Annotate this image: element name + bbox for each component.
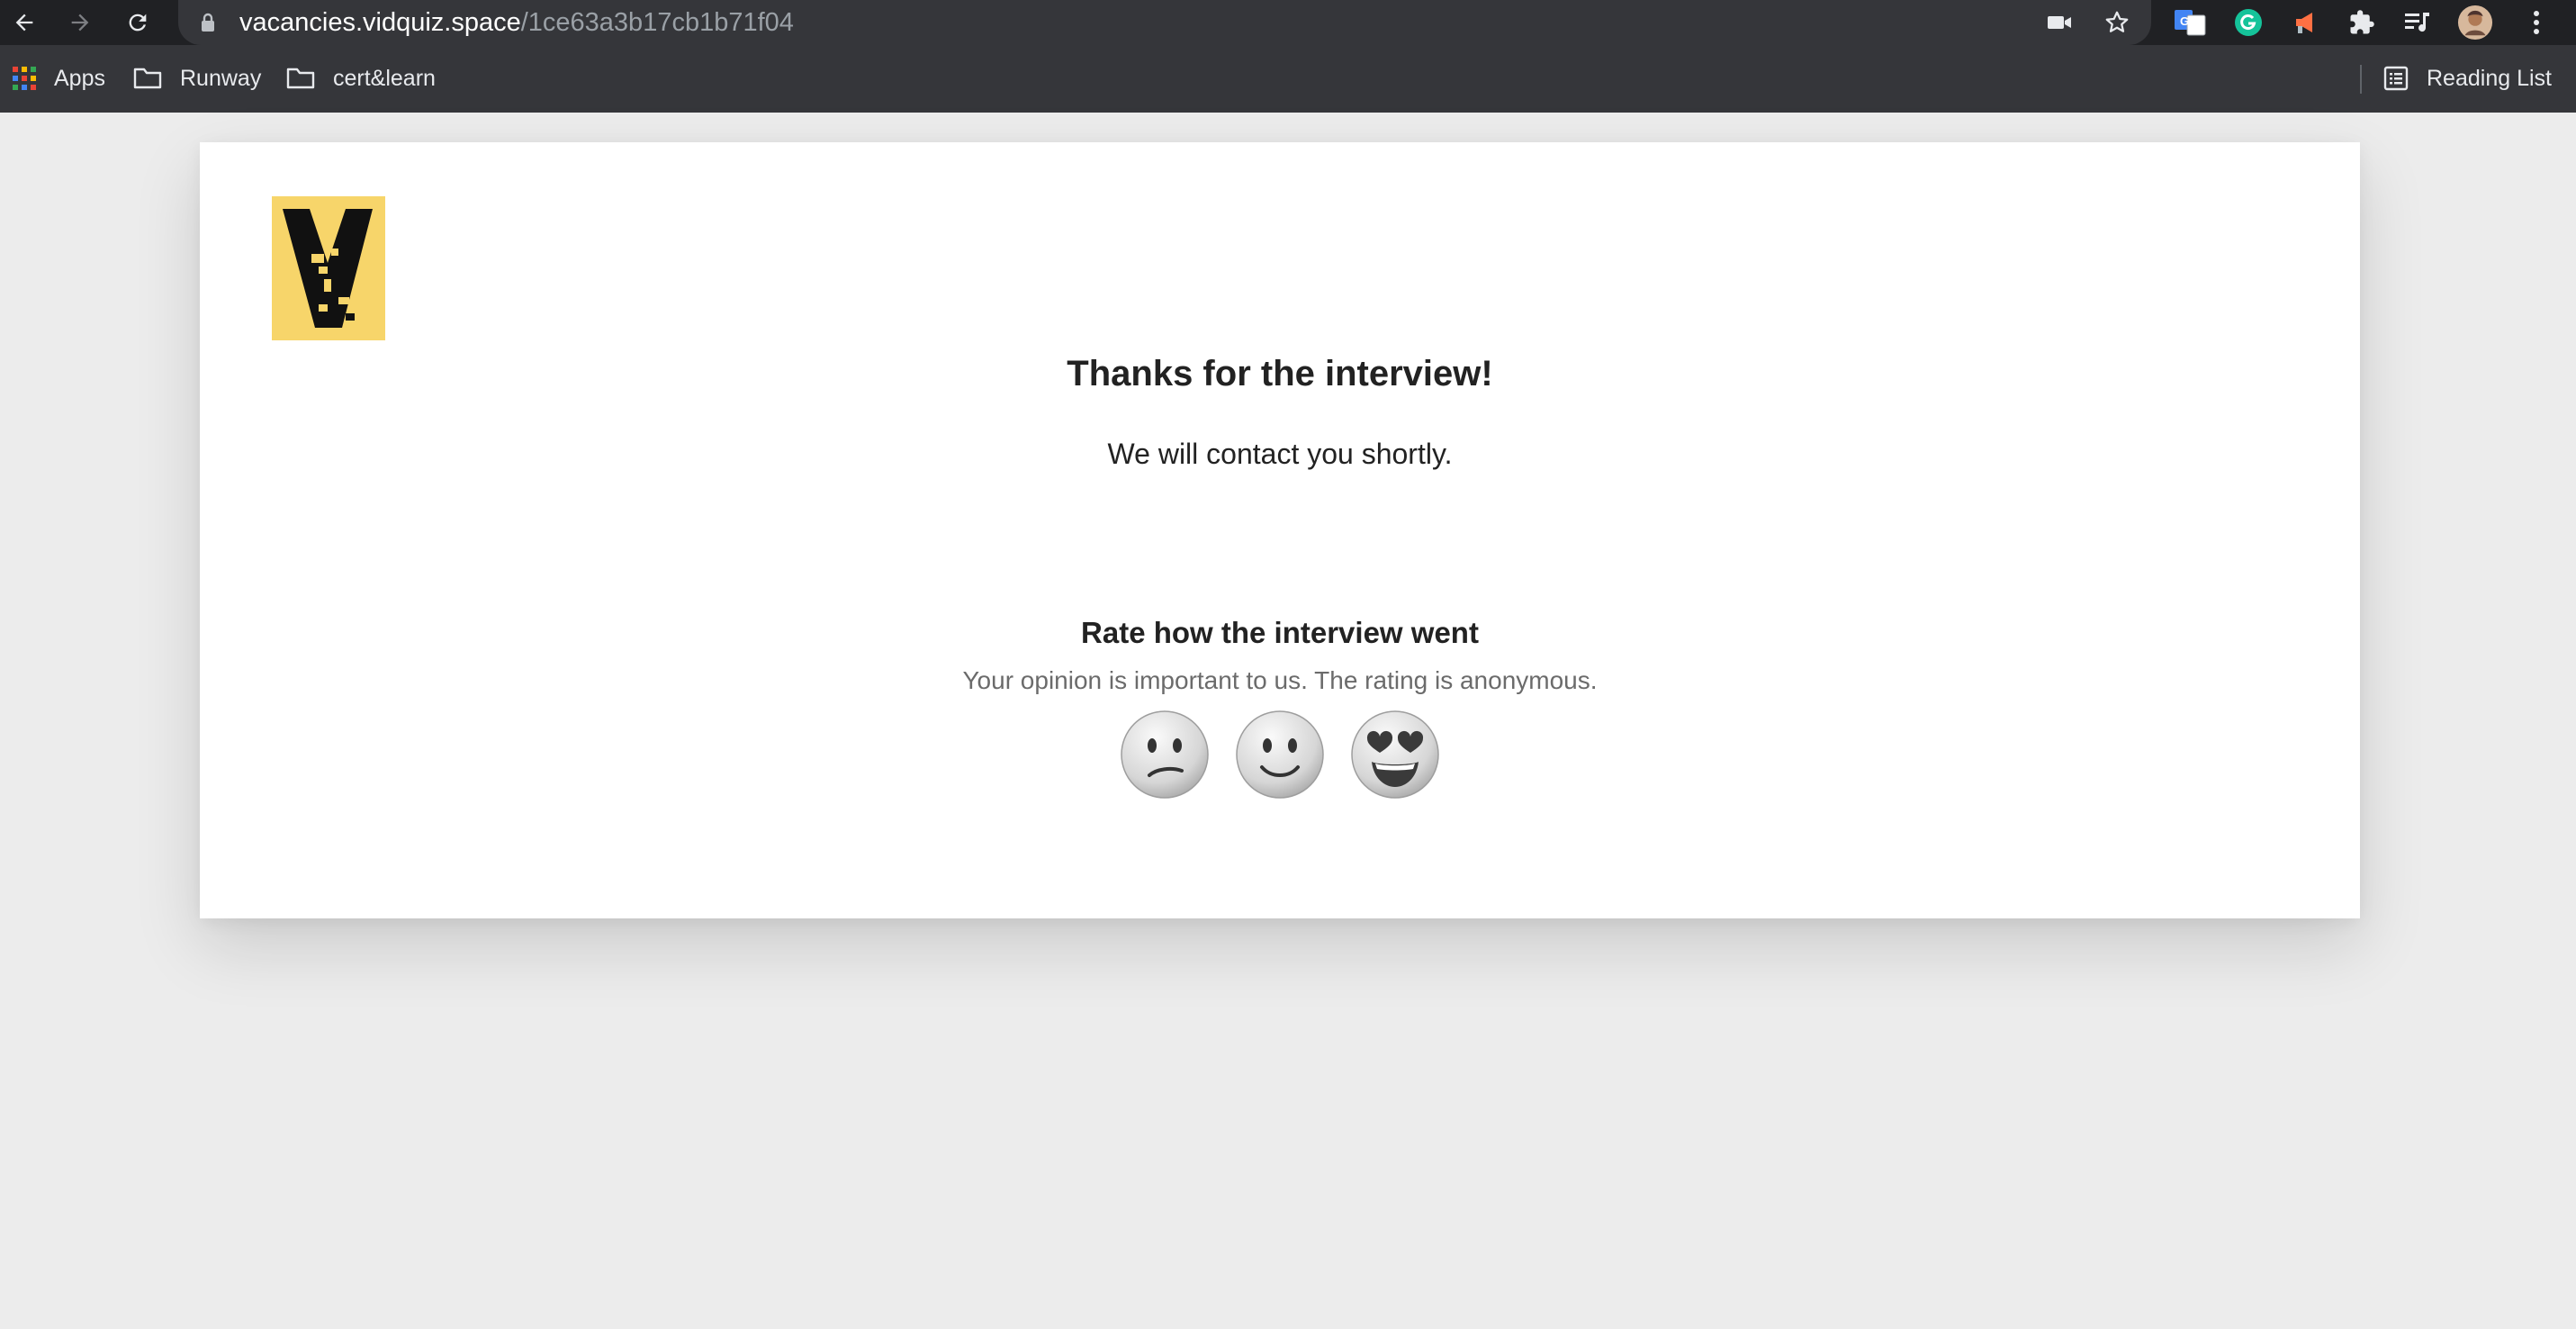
apps-grid-icon xyxy=(13,67,36,90)
bookmark-cert-learn[interactable]: cert&learn xyxy=(286,61,436,95)
folder-icon xyxy=(286,68,315,89)
arrow-right-icon xyxy=(71,14,89,32)
media-control-button[interactable] xyxy=(2400,5,2436,41)
translate-icon: G xyxy=(2175,10,2206,36)
svg-text:G: G xyxy=(2180,14,2189,28)
reload-button[interactable] xyxy=(115,0,160,45)
back-button[interactable] xyxy=(2,0,47,45)
camera-button[interactable] xyxy=(2041,5,2077,41)
address-bar[interactable]: vacancies.vidquiz.space/1ce63a3b17cb1b71… xyxy=(178,0,2151,45)
puzzle-piece-icon xyxy=(2350,10,2374,34)
bookmarks-bar: Apps Runway cert&learn Reading List xyxy=(0,45,2576,113)
folder-icon xyxy=(133,68,162,89)
lock-icon xyxy=(202,13,214,32)
vidquiz-logo xyxy=(272,196,385,340)
rating-smile-button[interactable] xyxy=(1235,710,1325,800)
page-subtitle: We will contact you shortly. xyxy=(1107,438,1453,470)
bookmark-label: Apps xyxy=(54,65,105,91)
heart-eyes-face-icon xyxy=(1351,710,1439,799)
url-path: /1ce63a3b17cb1b71f04 xyxy=(520,8,794,37)
video-camera-icon xyxy=(2048,16,2071,29)
confused-face-icon xyxy=(1121,710,1209,799)
reading-list-icon xyxy=(2383,66,2409,91)
forward-button[interactable] xyxy=(58,0,103,45)
bookmark-label: cert&learn xyxy=(333,65,436,91)
rating-note: Your opinion is important to us. The rat… xyxy=(962,666,1598,694)
bookmark-star-button[interactable] xyxy=(2099,5,2135,41)
content-card: Thanks for the interview! We will contac… xyxy=(200,142,2360,918)
browser-menu-button[interactable] xyxy=(2518,5,2554,41)
google-translate-extension[interactable]: G xyxy=(2173,5,2209,41)
grammarly-icon xyxy=(2235,9,2262,36)
more-vertical-icon xyxy=(2534,11,2539,34)
playlist-music-icon xyxy=(2405,13,2429,32)
rating-heading: Rate how the interview went xyxy=(1081,616,1479,649)
star-icon xyxy=(2105,11,2129,32)
bookmark-runway[interactable]: Runway xyxy=(133,61,261,95)
bookmark-label: Runway xyxy=(180,65,262,91)
megaphone-icon xyxy=(2296,13,2312,33)
rating-confused-button[interactable] xyxy=(1120,710,1210,800)
extensions-button[interactable] xyxy=(2344,5,2380,41)
reload-icon xyxy=(129,14,147,32)
profile-avatar[interactable] xyxy=(2457,5,2493,41)
bookmarks-divider xyxy=(2360,65,2362,94)
bookmark-apps[interactable]: Apps xyxy=(13,61,105,95)
avatar-icon xyxy=(2457,5,2493,41)
browser-toolbar: vacancies.vidquiz.space/1ce63a3b17cb1b71… xyxy=(0,0,2576,45)
arrow-left-icon xyxy=(15,14,33,32)
rating-love-button[interactable] xyxy=(1350,710,1440,800)
url-text: vacancies.vidquiz.space/1ce63a3b17cb1b71… xyxy=(239,7,794,38)
megaphone-extension[interactable] xyxy=(2288,5,2324,41)
reading-list-button[interactable]: Reading List xyxy=(2383,61,2552,95)
reading-list-label: Reading List xyxy=(2427,65,2552,91)
rating-options xyxy=(200,710,2360,800)
grammarly-extension[interactable] xyxy=(2230,5,2266,41)
url-host: vacancies.vidquiz.space xyxy=(239,8,521,37)
slightly-smiling-face-icon xyxy=(1236,710,1324,799)
page-title: Thanks for the interview! xyxy=(1067,354,1493,393)
